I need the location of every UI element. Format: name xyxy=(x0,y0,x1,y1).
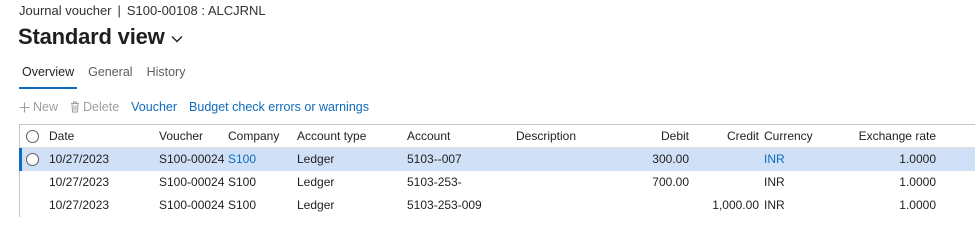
column-header-exchange-rate[interactable]: Exchange rate xyxy=(840,125,936,148)
breadcrumb-separator: | xyxy=(117,3,121,18)
column-header-date[interactable]: Date xyxy=(49,125,74,148)
table-row[interactable]: 10/27/2023 S100-00024 S100 Ledger 5103-2… xyxy=(20,171,975,194)
trash-icon xyxy=(70,101,80,113)
row-select-radio[interactable] xyxy=(26,153,39,166)
column-header-currency[interactable]: Currency xyxy=(764,125,813,148)
column-header-credit[interactable]: Credit xyxy=(690,125,759,148)
tab-general[interactable]: General xyxy=(85,65,135,87)
cell-account-type[interactable]: Ledger xyxy=(297,148,334,171)
cell-credit[interactable] xyxy=(690,148,759,171)
table-row[interactable]: 10/27/2023 S100-00024 S100 Ledger 5103--… xyxy=(19,148,975,171)
cell-exchange-rate[interactable]: 1.0000 xyxy=(840,194,936,217)
column-header-debit[interactable]: Debit xyxy=(620,125,689,148)
cell-currency[interactable]: INR xyxy=(764,171,785,194)
selected-row-indicator xyxy=(19,148,22,171)
cell-account[interactable]: 5103-253-009 xyxy=(407,194,482,217)
table-row[interactable]: 10/27/2023 S100-00024 S100 Ledger 5103-2… xyxy=(20,194,975,217)
tab-bar: Overview General History xyxy=(19,65,196,89)
cell-credit[interactable]: 1,000.00 xyxy=(690,194,759,217)
cell-exchange-rate[interactable]: 1.0000 xyxy=(840,148,936,171)
cell-currency[interactable]: INR xyxy=(764,194,785,217)
breadcrumb: Journal voucher | S100-00108 : ALCJRNL xyxy=(19,3,266,18)
breadcrumb-record: S100-00108 : ALCJRNL xyxy=(126,3,266,18)
cell-debit[interactable]: 300.00 xyxy=(620,148,689,171)
breadcrumb-module: Journal voucher xyxy=(19,3,112,18)
cell-date[interactable]: 10/27/2023 xyxy=(49,171,109,194)
new-button-label: New xyxy=(33,100,59,114)
view-selector[interactable]: Standard view xyxy=(18,24,183,50)
column-header-account[interactable]: Account xyxy=(407,125,450,148)
plus-icon xyxy=(19,102,30,113)
page-title: Standard view xyxy=(18,24,165,49)
new-button[interactable]: New xyxy=(19,100,58,114)
column-header-description[interactable]: Description xyxy=(516,125,576,148)
grid-header: Date Voucher Company Account type Accoun… xyxy=(20,125,975,148)
tab-overview[interactable]: Overview xyxy=(19,65,78,89)
journal-lines-grid: Date Voucher Company Account type Accoun… xyxy=(19,124,975,217)
cell-date[interactable]: 10/27/2023 xyxy=(49,194,109,217)
column-header-voucher[interactable]: Voucher xyxy=(159,125,203,148)
voucher-button[interactable]: Voucher xyxy=(131,100,177,114)
chevron-down-icon xyxy=(171,30,183,48)
column-header-account-type[interactable]: Account type xyxy=(297,125,366,148)
cell-voucher[interactable]: S100-00024 xyxy=(159,148,224,171)
cell-currency-link[interactable]: INR xyxy=(764,148,785,171)
column-header-company[interactable]: Company xyxy=(228,125,279,148)
cell-voucher[interactable]: S100-00024 xyxy=(159,194,224,217)
cell-debit[interactable] xyxy=(620,194,689,217)
cell-date[interactable]: 10/27/2023 xyxy=(49,148,109,171)
cell-account-type[interactable]: Ledger xyxy=(297,171,334,194)
select-all-radio[interactable] xyxy=(26,130,39,143)
cell-account[interactable]: 5103--007 xyxy=(407,148,462,171)
budget-check-button[interactable]: Budget check errors or warnings xyxy=(189,100,369,114)
tab-history[interactable]: History xyxy=(144,65,189,87)
delete-button[interactable]: Delete xyxy=(70,100,119,114)
action-toolbar: New Delete Voucher Budget check errors o… xyxy=(19,100,381,114)
cell-company-link[interactable]: S100 xyxy=(228,148,256,171)
cell-account-type[interactable]: Ledger xyxy=(297,194,334,217)
delete-button-label: Delete xyxy=(83,100,120,114)
cell-company[interactable]: S100 xyxy=(228,171,256,194)
cell-credit[interactable] xyxy=(690,171,759,194)
cell-company[interactable]: S100 xyxy=(228,194,256,217)
cell-voucher[interactable]: S100-00024 xyxy=(159,171,224,194)
cell-exchange-rate[interactable]: 1.0000 xyxy=(840,171,936,194)
cell-account[interactable]: 5103-253- xyxy=(407,171,462,194)
cell-debit[interactable]: 700.00 xyxy=(620,171,689,194)
